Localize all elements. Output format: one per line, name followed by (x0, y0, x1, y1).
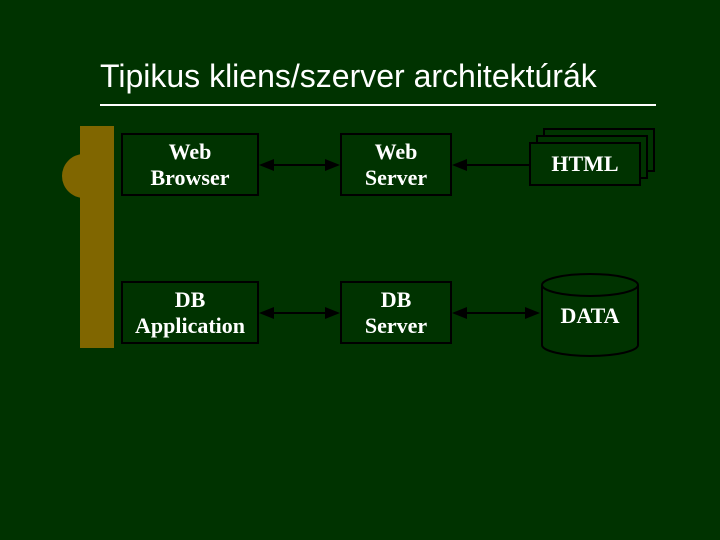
arrow-app-dbserver (259, 304, 340, 322)
text-line: Server (365, 313, 427, 338)
text-line: Browser (150, 165, 229, 190)
decor-rect (80, 126, 114, 348)
text-line: DB (175, 287, 206, 312)
data-label: DATA (540, 303, 640, 329)
box-db-application: DB Application (121, 281, 259, 344)
slide-title: Tipikus kliens/szerver architektúrák (100, 58, 597, 95)
text-line: DB (381, 287, 412, 312)
box-web-browser: Web Browser (121, 133, 259, 196)
box-web-server: Web Server (340, 133, 452, 196)
text-line: Server (365, 165, 427, 190)
box-db-server: DB Server (340, 281, 452, 344)
text-line: Web (375, 139, 418, 164)
arrow-browser-server (259, 156, 340, 174)
text-line: Web (169, 139, 212, 164)
data-cylinder: DATA (540, 273, 640, 357)
html-document-stack: HTML (529, 128, 655, 190)
text-line: Application (135, 313, 245, 338)
arrow-server-html (452, 156, 529, 174)
html-label: HTML (551, 151, 618, 177)
title-underline (100, 104, 656, 106)
arrow-dbserver-data (452, 304, 540, 322)
stack-card-front: HTML (529, 142, 641, 186)
